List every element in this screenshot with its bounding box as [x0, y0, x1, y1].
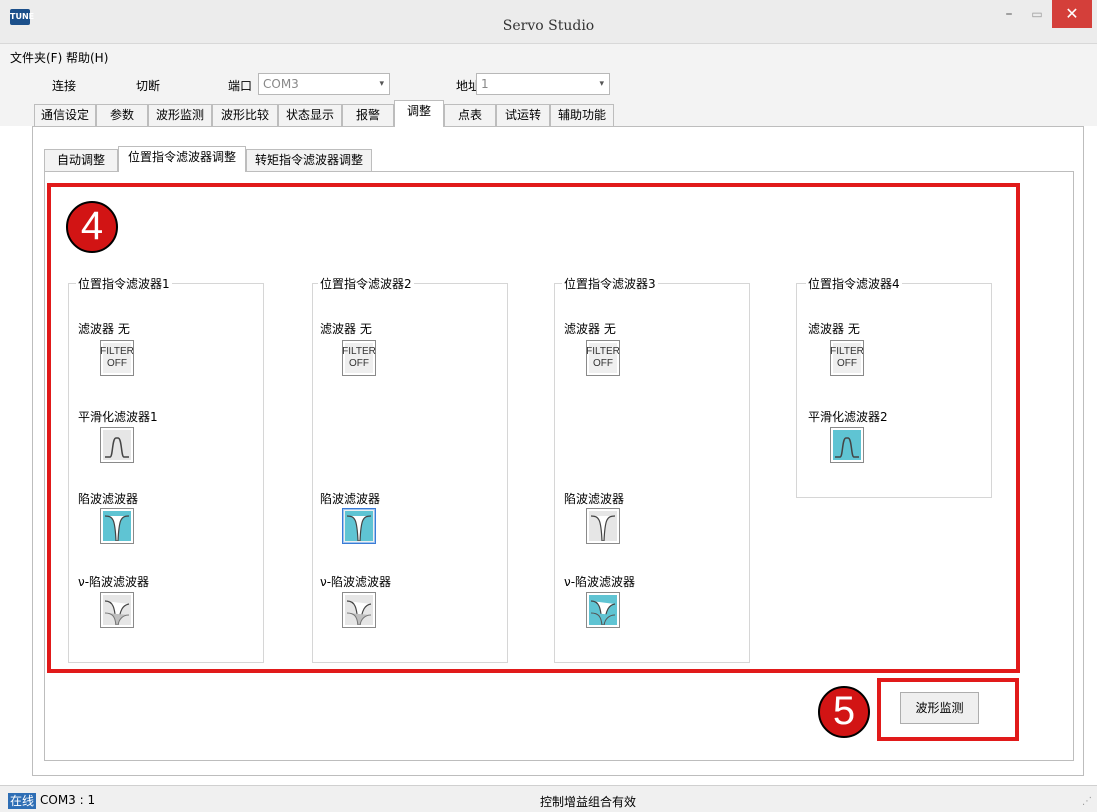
filter-group-1 — [68, 283, 264, 663]
tab-waveform-compare[interactable]: 波形比较 — [212, 104, 278, 126]
notch-filter-label: 陷波滤波器 — [320, 492, 381, 506]
subtab-torque-filter[interactable]: 转矩指令滤波器调整 — [246, 149, 372, 171]
filter-group-2-title: 位置指令滤波器2 — [318, 275, 414, 292]
tab-status-display[interactable]: 状态显示 — [278, 104, 342, 126]
status-message: 控制增益组合有效 — [540, 795, 637, 809]
status-bar: 在线 COM3 : 1 控制增益组合有效 ⋰ — [0, 785, 1097, 812]
notch-filter-label: 陷波滤波器 — [78, 492, 139, 506]
notch-curve-icon — [589, 511, 617, 541]
close-icon[interactable]: ✕ — [1052, 0, 1092, 28]
annotation-badge-4: 4 — [66, 201, 118, 253]
window-title: Servo Studio — [502, 18, 595, 34]
subtab-position-filter[interactable]: 位置指令滤波器调整 — [118, 146, 246, 172]
filter-none-label: 滤波器 无 — [808, 322, 860, 336]
minimize-icon[interactable]: – — [996, 0, 1022, 28]
filter-none-label: 滤波器 无 — [320, 322, 372, 336]
v-notch-filter-button[interactable] — [100, 592, 134, 628]
online-badge: 在线 — [8, 793, 37, 809]
filter-none-label: 滤波器 无 — [564, 322, 616, 336]
filter-group-4-title: 位置指令滤波器4 — [806, 275, 902, 292]
lowpass-curve-icon — [833, 430, 861, 460]
filter-off-button[interactable]: FILTER OFF — [342, 340, 376, 376]
notch-filter-button[interactable] — [586, 508, 620, 544]
filter-off-button[interactable]: FILTER OFF — [100, 340, 134, 376]
filter-group-1-title: 位置指令滤波器1 — [76, 275, 172, 292]
smoothing-filter-label: 平滑化滤波器2 — [808, 410, 888, 424]
filter-none-label: 滤波器 无 — [78, 322, 130, 336]
smoothing-filter-label: 平滑化滤波器1 — [78, 410, 158, 424]
subtab-auto-adjust[interactable]: 自动调整 — [44, 149, 118, 171]
tab-aux-functions[interactable]: 辅助功能 — [550, 104, 614, 126]
connect-button[interactable]: 连接 — [52, 77, 76, 94]
menu-bar: 文件夹(F) 帮助(H) — [0, 44, 1097, 68]
port-value: COM3 — [263, 77, 299, 91]
tab-parameters[interactable]: 参数 — [96, 104, 148, 126]
tab-adjust[interactable]: 调整 — [394, 100, 444, 127]
v-notch-filter-button[interactable] — [586, 592, 620, 628]
filter-off-button[interactable]: FILTER OFF — [830, 340, 864, 376]
notch-filter-button[interactable] — [100, 508, 134, 544]
chevron-down-icon: ▾ — [599, 79, 604, 89]
tab-test-run[interactable]: 试运转 — [496, 104, 550, 126]
menu-file[interactable]: 文件夹(F) — [10, 49, 62, 66]
title-bar: TUNE Servo Studio – ▭ ✕ — [0, 0, 1097, 44]
filter-off-button[interactable]: FILTER OFF — [586, 340, 620, 376]
maximize-icon[interactable]: ▭ — [1024, 0, 1050, 28]
filter-group-3-title: 位置指令滤波器3 — [562, 275, 658, 292]
notch-filter-button[interactable] — [342, 508, 376, 544]
status-port: COM3 : 1 — [40, 793, 96, 807]
v-notch-filter-label: ν-陷波滤波器 — [564, 575, 636, 589]
v-notch-curve-icon — [589, 595, 617, 625]
notch-filter-label: 陷波滤波器 — [564, 492, 625, 506]
notch-curve-icon — [103, 511, 131, 541]
v-notch-filter-label: ν-陷波滤波器 — [78, 575, 150, 589]
filter-group-3 — [554, 283, 750, 663]
waveform-monitor-button[interactable]: 波形监测 — [900, 692, 979, 724]
main-tabs: 通信设定 参数 波形监测 波形比较 状态显示 报警 调整 点表 试运转 辅助功能 — [0, 100, 1097, 127]
disconnect-button[interactable]: 切断 — [136, 77, 160, 94]
chevron-down-icon: ▾ — [379, 79, 384, 89]
address-select[interactable]: 1 ▾ — [476, 73, 610, 95]
smoothing-filter-button[interactable] — [830, 427, 864, 463]
v-notch-filter-label: ν-陷波滤波器 — [320, 575, 392, 589]
filter-group-4 — [796, 283, 992, 498]
port-select[interactable]: COM3 ▾ — [258, 73, 390, 95]
resize-grip-icon[interactable]: ⋰ — [1082, 796, 1092, 807]
tab-point-table[interactable]: 点表 — [444, 104, 496, 126]
tab-alarm[interactable]: 报警 — [342, 104, 394, 126]
menu-help[interactable]: 帮助(H) — [66, 49, 108, 66]
port-label: 端口 — [228, 79, 253, 93]
connection-toolbar: 连接 切断 端口 COM3 ▾ 地址 1 ▾ — [0, 68, 1097, 100]
smoothing-filter-button[interactable] — [100, 427, 134, 463]
v-notch-filter-button[interactable] — [342, 592, 376, 628]
tab-waveform-monitor[interactable]: 波形监测 — [148, 104, 212, 126]
notch-curve-icon — [345, 511, 373, 541]
address-value: 1 — [481, 77, 489, 91]
annotation-badge-5: 5 — [818, 686, 870, 738]
lowpass-curve-icon — [103, 430, 131, 460]
tab-comm-settings[interactable]: 通信设定 — [34, 104, 96, 126]
v-notch-curve-icon — [103, 595, 131, 625]
v-notch-curve-icon — [345, 595, 373, 625]
